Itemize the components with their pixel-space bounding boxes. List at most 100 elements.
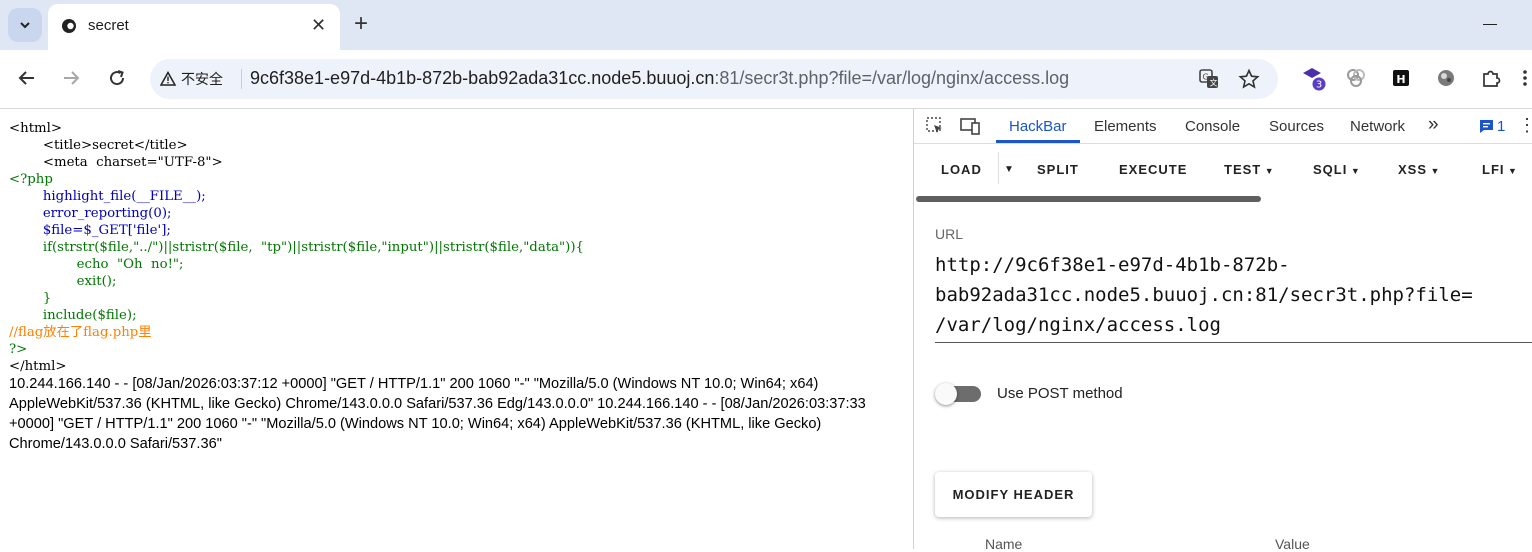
source-line: if(strstr($file,"../")||stristr($file, "… [9,240,584,255]
source-line: highlight_file(__FILE__); [9,189,206,204]
arrow-right-icon [64,71,80,85]
new-tab-button[interactable]: + [354,11,368,37]
url-label: URL [935,226,964,242]
url-line: http://9c6f38e1-e97d-4b1b-872b- [935,254,1290,276]
reload-icon [110,70,125,86]
back-button[interactable] [12,63,42,93]
horizontal-scrollbar[interactable] [916,196,1261,202]
extension-hackbar-icon[interactable]: 3 [1300,65,1326,91]
split-button[interactable]: SPLIT [1037,162,1079,177]
lfi-menu[interactable]: LFI ▼ [1482,162,1518,177]
url-text[interactable]: 9c6f38e1-e97d-4b1b-872b-bab92ada31cc.nod… [250,68,1069,89]
svg-text:文: 文 [1210,78,1218,88]
active-tab-indicator [996,140,1080,143]
header-name-column: Name [985,536,1023,552]
test-label: TEST [1224,162,1262,177]
url-path: :81/secr3t.php?file=/var/log/nginx/acces… [714,68,1070,88]
more-tabs-icon[interactable]: » [1428,114,1439,136]
extension-rings-icon[interactable] [1343,65,1369,91]
load-button[interactable]: LOAD [941,162,982,177]
source-line: } [9,291,52,306]
tab-search-button[interactable] [8,8,42,42]
tab-network[interactable]: Network [1350,118,1405,135]
device-toolbar-icon[interactable] [959,116,981,141]
url-line: /var/log/nginx/access.log [935,314,1221,336]
extension-badge: 3 [1316,80,1322,91]
site-favicon-icon [62,19,76,33]
source-line: <meta charset="UTF-8"> [9,155,223,170]
xss-menu[interactable]: XSS ▼ [1398,162,1440,177]
issues-count: 1 [1497,118,1506,135]
sqli-menu[interactable]: SQLI ▼ [1313,162,1361,177]
input-underline [935,342,1532,343]
translate-icon[interactable]: G文 [1198,68,1220,90]
tab-console[interactable]: Console [1185,118,1240,135]
chevron-down-icon [20,22,30,29]
load-dropdown-icon[interactable]: ▼ [1004,164,1015,175]
inspect-element-icon[interactable] [925,116,945,141]
xss-label: XSS [1398,162,1428,177]
post-method-toggle[interactable] [935,383,983,405]
source-line: <title>secret</title> [9,138,188,153]
devtools-tab-bar: HackBar Elements Console Sources Network… [914,109,1532,144]
tab-secret[interactable]: secret ✕ [48,4,340,50]
svg-text:H: H [1396,73,1405,86]
lfi-label: LFI [1482,162,1505,177]
xss-dropdown-icon: ▼ [1427,166,1441,176]
divider [998,152,999,184]
test-menu[interactable]: TEST ▼ [1224,162,1275,177]
source-line: $file=$_GET['file']; [9,223,171,238]
tab-hackbar[interactable]: HackBar [1009,118,1067,135]
tab-title: secret [88,17,129,34]
source-line: //flag放在了flag.php里 [9,325,152,340]
message-icon [1480,120,1493,133]
source-line: </html> [9,359,67,374]
minimize-window-icon[interactable] [1483,24,1497,25]
divider [241,69,242,89]
toggle-knob [935,383,957,405]
source-line: <?php [9,172,53,187]
sqli-dropdown-icon: ▼ [1347,166,1361,176]
url-host: 9c6f38e1-e97d-4b1b-872b-bab92ada31cc.nod… [250,68,715,88]
source-line: error_reporting(0); [9,206,172,221]
svg-text:G: G [1203,73,1209,82]
source-line: echo "Oh no!"; [9,257,184,272]
source-line: exit(); [9,274,117,289]
source-line: include($file); [9,308,137,323]
hackbar-url-input[interactable]: http://9c6f38e1-e97d-4b1b-872b- bab92ada… [935,250,1532,340]
source-line: <html> [9,121,63,136]
more-menu-icon[interactable] [1518,65,1532,91]
reload-button[interactable] [102,63,132,93]
tab-elements[interactable]: Elements [1094,118,1157,135]
access-log-output: 10.244.166.140 - - [08/Jan/2026:03:37:12… [9,376,866,452]
browser-toolbar: 不安全 9c6f38e1-e97d-4b1b-872b-bab92ada31cc… [0,50,1532,109]
devtools-panel: HackBar Elements Console Sources Network… [913,109,1532,552]
arrow-left-icon [18,71,34,85]
bookmark-star-icon[interactable] [1238,68,1260,90]
post-method-label: Use POST method [997,385,1123,402]
lfi-dropdown-icon: ▼ [1504,166,1518,176]
sqli-label: SQLI [1313,162,1348,177]
hackbar-menu: LOAD ▼ SPLIT EXECUTE TEST ▼ SQLI ▼ XSS ▼… [914,144,1532,194]
modify-header-button[interactable]: MODIFY HEADER [935,472,1092,517]
devtools-settings-icon[interactable]: ⋮ [1518,115,1532,136]
tab-strip: secret ✕ + [0,0,1532,50]
security-label: 不安全 [181,71,223,87]
test-dropdown-icon: ▼ [1261,166,1275,176]
forward-button[interactable] [56,63,86,93]
extension-h-icon[interactable]: H [1388,65,1414,91]
php-source-code: <html> <title>secret</title> <meta chars… [9,120,584,375]
header-value-column: Value [1275,536,1310,552]
issues-counter[interactable]: 1 [1479,118,1505,135]
address-bar[interactable]: 不安全 9c6f38e1-e97d-4b1b-872b-bab92ada31cc… [150,59,1278,99]
extension-globe-icon[interactable] [1433,65,1459,91]
execute-button[interactable]: EXECUTE [1119,162,1187,177]
page-content: <html> <title>secret</title> <meta chars… [0,109,912,549]
security-indicator[interactable]: 不安全 [160,67,223,91]
close-tab-icon[interactable]: ✕ [311,15,326,36]
extensions-puzzle-icon[interactable] [1478,65,1504,91]
warning-icon [160,71,176,86]
source-line: ?> [9,342,28,357]
url-line: bab92ada31cc.node5.buuoj.cn:81/secr3t.ph… [935,284,1473,306]
tab-sources[interactable]: Sources [1269,118,1324,135]
